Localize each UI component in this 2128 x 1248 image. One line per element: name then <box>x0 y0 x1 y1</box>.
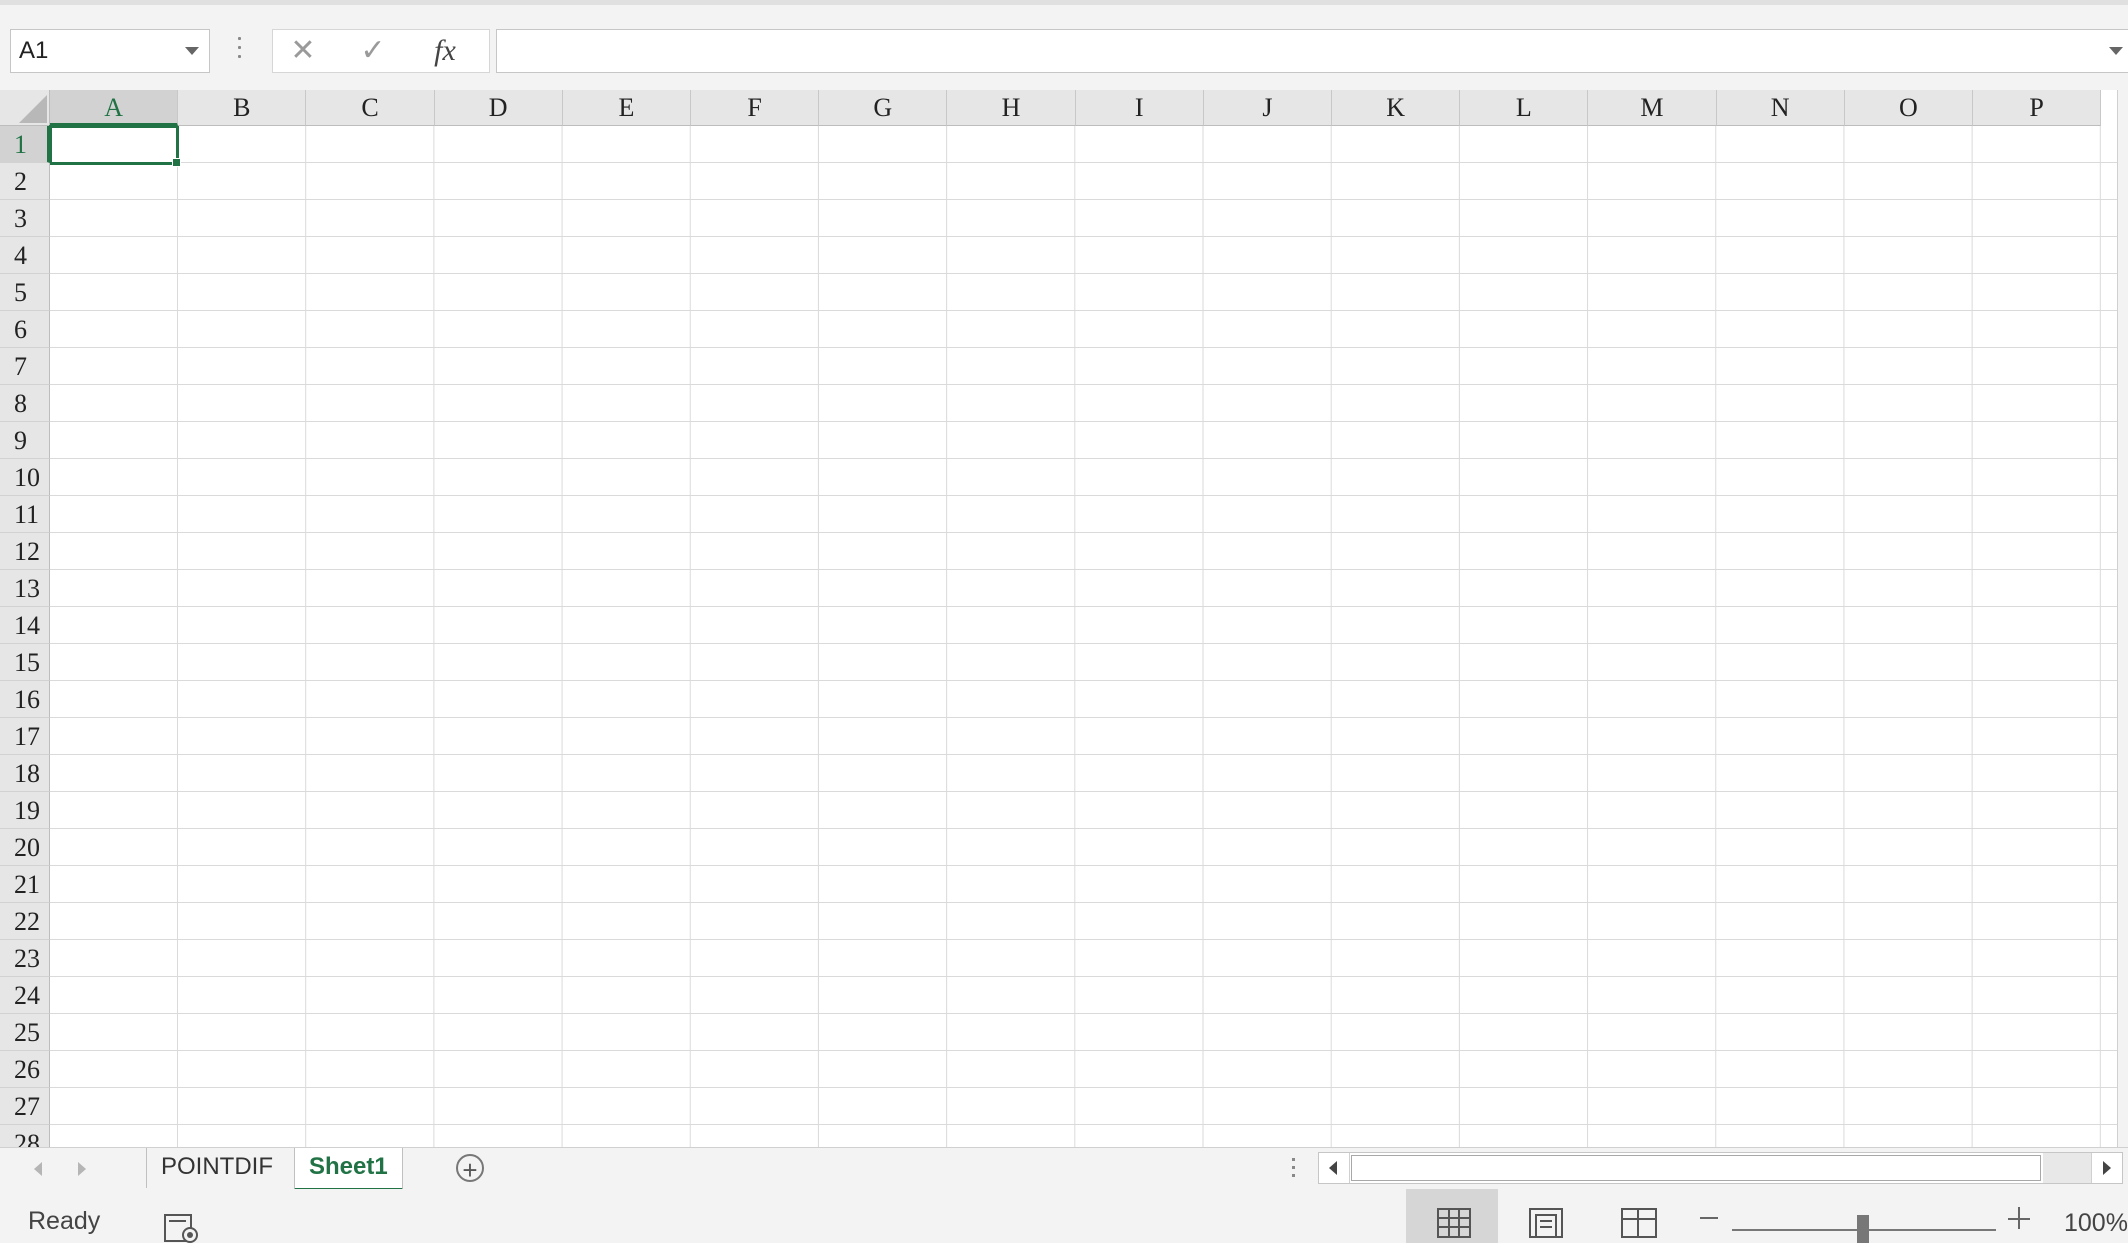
formula-bar-splitter[interactable] <box>237 37 243 67</box>
zoom-in-button[interactable] <box>2008 1207 2032 1231</box>
formula-bar-area: A1 ✕ ✓ fx <box>0 0 2128 90</box>
row-header-14[interactable]: 14 <box>0 607 50 644</box>
column-header-d[interactable]: D <box>434 90 563 126</box>
formula-input[interactable] <box>496 29 2128 73</box>
scroll-right-icon[interactable] <box>2091 1153 2122 1183</box>
macro-record-icon[interactable] <box>164 1213 200 1243</box>
row-header-23[interactable]: 23 <box>0 940 50 977</box>
fx-icon[interactable]: fx <box>415 30 475 72</box>
row-header-16[interactable]: 16 <box>0 681 50 718</box>
column-header-h[interactable]: H <box>947 90 1076 126</box>
select-all-triangle-icon <box>19 95 47 123</box>
column-header-f[interactable]: F <box>691 90 820 126</box>
row-header-4[interactable]: 4 <box>0 237 50 274</box>
row-header-17[interactable]: 17 <box>0 718 50 755</box>
horizontal-scrollbar[interactable] <box>1318 1152 2123 1184</box>
column-header-m[interactable]: M <box>1588 90 1717 126</box>
row-header-15[interactable]: 15 <box>0 644 50 681</box>
column-header-b[interactable]: B <box>178 90 307 126</box>
row-header-6[interactable]: 6 <box>0 311 50 348</box>
scroll-track[interactable] <box>2043 1153 2091 1183</box>
row-header-25[interactable]: 25 <box>0 1014 50 1051</box>
column-header-l[interactable]: L <box>1460 90 1589 126</box>
column-header-i[interactable]: I <box>1075 90 1204 126</box>
row-header-1[interactable]: 1 <box>0 126 50 163</box>
row-header-5[interactable]: 5 <box>0 274 50 311</box>
sheet-tab-bar: POINTDIF Sheet1 + <box>0 1147 2128 1191</box>
column-header-n[interactable]: N <box>1716 90 1845 126</box>
column-header-o[interactable]: O <box>1844 90 1973 126</box>
row-header-19[interactable]: 19 <box>0 792 50 829</box>
row-header-26[interactable]: 26 <box>0 1051 50 1088</box>
status-bar: Ready 100% <box>0 1189 2128 1243</box>
column-header-k[interactable]: K <box>1332 90 1461 126</box>
row-header-11[interactable]: 11 <box>0 496 50 533</box>
page-layout-icon <box>1529 1208 1563 1238</box>
column-header-g[interactable]: G <box>819 90 948 126</box>
page-break-icon <box>1621 1208 1657 1238</box>
sheet-nav-right-icon[interactable] <box>78 1162 86 1176</box>
row-header-24[interactable]: 24 <box>0 977 50 1014</box>
grid-icon <box>1437 1208 1471 1238</box>
scroll-thumb[interactable] <box>1351 1155 2041 1181</box>
row-header-18[interactable]: 18 <box>0 755 50 792</box>
select-all-corner[interactable] <box>0 90 50 126</box>
close-icon[interactable]: ✕ <box>273 30 333 72</box>
column-header-j[interactable]: J <box>1203 90 1332 126</box>
row-header-13[interactable]: 13 <box>0 570 50 607</box>
column-header-e[interactable]: E <box>562 90 691 126</box>
row-header-21[interactable]: 21 <box>0 866 50 903</box>
row-header-7[interactable]: 7 <box>0 348 50 385</box>
fill-handle[interactable] <box>172 158 181 167</box>
zoom-level[interactable]: 100% <box>2064 1209 2128 1238</box>
page-break-button[interactable] <box>1594 1189 1686 1243</box>
check-icon[interactable]: ✓ <box>343 30 403 72</box>
column-header-a[interactable]: A <box>50 90 179 126</box>
name-box[interactable]: A1 <box>10 29 210 73</box>
row-header-22[interactable]: 22 <box>0 903 50 940</box>
zoom-slider-thumb[interactable] <box>1857 1215 1869 1243</box>
normal-view-button[interactable] <box>1406 1189 1498 1243</box>
name-box-value: A1 <box>19 37 49 64</box>
vertical-scrollbar[interactable] <box>2117 90 2128 1147</box>
formula-buttons: ✕ ✓ fx <box>272 29 490 73</box>
column-header-p[interactable]: P <box>1973 90 2102 126</box>
row-header-3[interactable]: 3 <box>0 200 50 237</box>
row-header-12[interactable]: 12 <box>0 533 50 570</box>
row-header-20[interactable]: 20 <box>0 829 50 866</box>
status-text: Ready <box>28 1207 101 1235</box>
row-header-27[interactable]: 27 <box>0 1088 50 1125</box>
chevron-down-icon[interactable] <box>185 47 199 55</box>
row-header-10[interactable]: 10 <box>0 459 50 496</box>
spreadsheet-grid: A B C D E F G H I J K L M N O P 1 2 3 4 5 6 7 8 9 10 11 12 13 14 15 16 1… <box>0 90 2128 1147</box>
chevron-down-icon[interactable] <box>2109 47 2123 55</box>
zoom-out-button[interactable] <box>1700 1217 1718 1219</box>
sheet-tab-sheet1[interactable]: Sheet1 <box>294 1148 403 1191</box>
row-header-2[interactable]: 2 <box>0 163 50 200</box>
row-header-28[interactable]: 28 <box>0 1125 50 1147</box>
row-header-9[interactable]: 9 <box>0 422 50 459</box>
column-header-c[interactable]: C <box>306 90 435 126</box>
page-layout-button[interactable] <box>1500 1189 1592 1243</box>
cell-area[interactable] <box>50 126 2128 1147</box>
active-cell[interactable] <box>49 125 181 167</box>
sheet-nav-left-icon[interactable] <box>34 1162 42 1176</box>
row-header-8[interactable]: 8 <box>0 385 50 422</box>
sheet-tab-pointdif[interactable]: POINTDIF <box>146 1148 287 1188</box>
tab-splitter[interactable] <box>1292 1158 1296 1182</box>
plus-circle-icon[interactable]: + <box>456 1154 484 1184</box>
scroll-left-icon[interactable] <box>1319 1153 1350 1183</box>
